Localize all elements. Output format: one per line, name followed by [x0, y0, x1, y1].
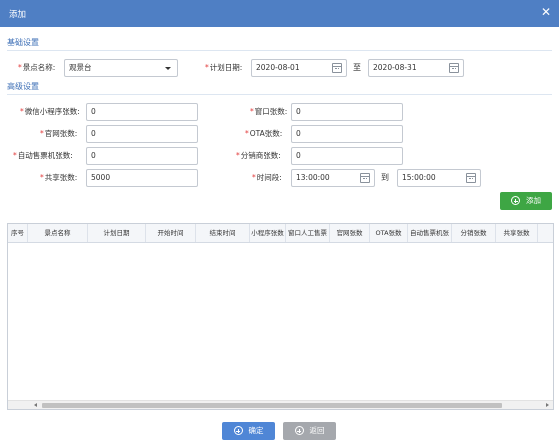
column-header[interactable]: OTA张数	[370, 224, 408, 242]
distributor-count-label: *分销商张数:	[236, 151, 281, 160]
shared-count-input[interactable]: 5000	[86, 169, 198, 187]
mini-program-count-label: *微信小程序张数:	[20, 107, 80, 116]
scenic-name-select[interactable]: 观景台	[64, 59, 178, 77]
window-count-label: *窗口张数:	[250, 107, 288, 116]
add-row-button-label: 添加	[526, 196, 541, 205]
time-end-field[interactable]: 15:00:00	[397, 169, 481, 187]
column-header[interactable]: 序号	[8, 224, 28, 242]
column-header[interactable]: 景点名称	[28, 224, 88, 242]
dialog-title-bar: 添加 ✕	[0, 0, 559, 27]
column-header[interactable]: 小程序张数	[250, 224, 286, 242]
dialog-title: 添加	[9, 10, 27, 20]
calendar-icon[interactable]	[449, 63, 459, 73]
date-range-separator: 至	[353, 63, 361, 72]
column-header[interactable]: 分销张数	[452, 224, 496, 242]
back-button[interactable]: 返回	[283, 422, 336, 440]
column-header[interactable]: 窗口人工售票	[286, 224, 330, 242]
distributor-count-input[interactable]: 0	[291, 147, 403, 165]
confirm-button-label: 确定	[248, 426, 264, 435]
basic-settings-divider	[7, 50, 552, 51]
vending-count-label: *自动售票机张数:	[13, 151, 73, 160]
plan-date-start-value: 2020-08-01	[256, 63, 300, 72]
distributor-count-value: 0	[296, 151, 301, 160]
close-icon[interactable]: ✕	[541, 5, 551, 19]
plan-date-start-field[interactable]: 2020-08-01	[251, 59, 347, 77]
scrollbar-thumb[interactable]	[42, 402, 502, 408]
official-site-count-value: 0	[91, 129, 96, 138]
window-count-value: 0	[296, 107, 301, 116]
time-start-field[interactable]: 13:00:00	[291, 169, 375, 187]
scroll-left-icon[interactable]	[34, 403, 37, 407]
plus-circle-icon	[511, 196, 520, 205]
advanced-settings-title: 高级设置	[7, 82, 39, 91]
scenic-name-label: *景点名称:	[18, 63, 56, 72]
time-start-value: 13:00:00	[296, 173, 330, 182]
column-header[interactable]: 结束时间	[196, 224, 250, 242]
plan-date-end-value: 2020-08-31	[373, 63, 417, 72]
scenic-name-value: 观景台	[69, 63, 92, 72]
confirm-button[interactable]: 确定	[222, 422, 275, 440]
calendar-icon[interactable]	[360, 173, 370, 183]
time-range-separator: 到	[381, 173, 389, 182]
plan-date-label: *计划日期:	[205, 63, 243, 72]
table-header-row: 序号 景点名称 计划日期 开始时间 结束时间 小程序张数 窗口人工售票 官网张数…	[8, 224, 553, 243]
time-end-value: 15:00:00	[402, 173, 436, 182]
plan-table: 序号 景点名称 计划日期 开始时间 结束时间 小程序张数 窗口人工售票 官网张数…	[7, 223, 554, 410]
basic-settings-title: 基础设置	[7, 38, 39, 47]
vending-count-input[interactable]: 0	[86, 147, 198, 165]
shared-count-value: 5000	[91, 173, 111, 182]
official-site-count-label: *官网张数:	[40, 129, 78, 138]
horizontal-scrollbar[interactable]	[8, 400, 553, 409]
mini-program-count-input[interactable]: 0	[86, 103, 198, 121]
advanced-settings-divider	[7, 94, 552, 95]
plus-circle-icon	[294, 426, 304, 435]
add-row-button[interactable]: 添加	[500, 192, 552, 210]
shared-count-label: *共享张数:	[40, 173, 78, 182]
plus-circle-icon	[233, 426, 243, 435]
chevron-down-icon	[165, 67, 171, 70]
mini-program-count-value: 0	[91, 107, 96, 116]
scroll-right-icon[interactable]	[546, 403, 549, 407]
column-header[interactable]: 共享张数	[496, 224, 538, 242]
vending-count-value: 0	[91, 151, 96, 160]
back-button-label: 返回	[309, 426, 325, 435]
official-site-count-input[interactable]: 0	[86, 125, 198, 143]
calendar-icon[interactable]	[466, 173, 476, 183]
column-header[interactable]: 计划日期	[88, 224, 146, 242]
plan-date-end-field[interactable]: 2020-08-31	[368, 59, 464, 77]
calendar-icon[interactable]	[332, 63, 342, 73]
ota-count-value: 0	[296, 129, 301, 138]
window-count-input[interactable]: 0	[291, 103, 403, 121]
column-header[interactable]: 开始时间	[146, 224, 196, 242]
ota-count-label: *OTA张数:	[245, 129, 283, 138]
ota-count-input[interactable]: 0	[291, 125, 403, 143]
time-range-label: *时间段:	[252, 173, 282, 182]
column-header[interactable]: 官网张数	[330, 224, 370, 242]
column-header[interactable]: 自动售票机张	[408, 224, 452, 242]
